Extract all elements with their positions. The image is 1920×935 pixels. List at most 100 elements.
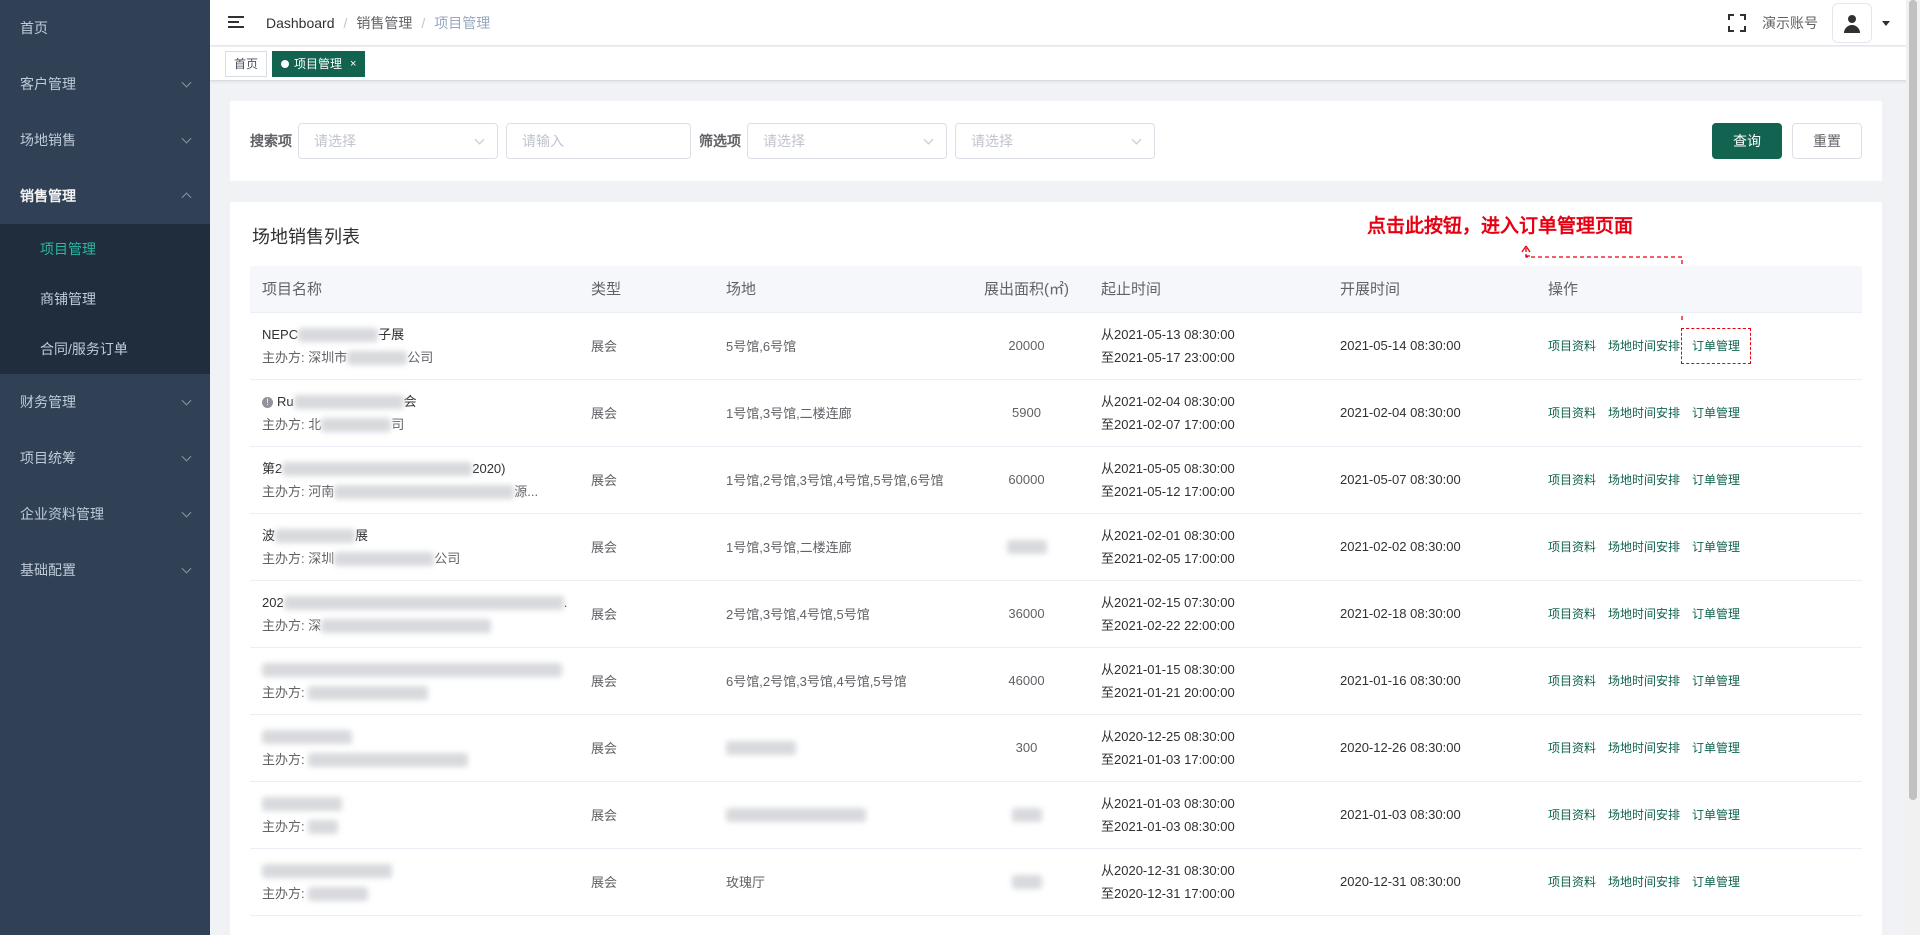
breadcrumb-sales-management[interactable]: 销售管理 (356, 13, 412, 33)
chevron-down-icon (474, 134, 485, 145)
reset-button[interactable]: 重置 (1792, 123, 1862, 159)
order-management-link[interactable]: 订单管理 (1692, 540, 1740, 554)
project-info-link[interactable]: 项目资料 (1548, 406, 1596, 420)
area-value: 5900 (1012, 405, 1041, 420)
venue-schedule-link[interactable]: 场地时间安排 (1608, 540, 1680, 554)
venue-schedule-link[interactable]: 场地时间安排 (1608, 406, 1680, 420)
project-info-link[interactable]: 项目资料 (1548, 339, 1596, 353)
breadcrumb-separator: / (343, 14, 348, 31)
cell-open-time: 2021-02-02 08:30:00 (1328, 513, 1536, 581)
search-input[interactable]: 请输入 (506, 123, 691, 159)
cell-period: 从2021-05-13 08:30:00 至2021-05-17 23:00:00 (1089, 312, 1328, 380)
order-management-link[interactable]: 订单管理 (1692, 473, 1740, 487)
redacted-text (262, 730, 352, 745)
venue-schedule-link[interactable]: 场地时间安排 (1608, 741, 1680, 755)
sidebar-item-finance[interactable]: 财务管理 (0, 374, 210, 430)
project-name-start: 波 (262, 527, 276, 543)
cell-period: 从2021-05-05 08:30:00 至2021-05-12 17:00:00 (1089, 446, 1328, 514)
order-management-link[interactable]: 订单管理 (1692, 875, 1740, 889)
venue-schedule-link[interactable]: 场地时间安排 (1608, 607, 1680, 621)
order-management-link[interactable]: 订单管理 (1692, 674, 1740, 688)
close-icon[interactable]: × (350, 52, 356, 76)
scrollbar-thumb[interactable] (1909, 0, 1917, 800)
sidebar-item-contract-orders[interactable]: 合同/服务订单 (0, 324, 210, 374)
sidebar-item-label: 项目统筹 (20, 450, 76, 466)
sidebar-item-shop-management[interactable]: 商铺管理 (0, 274, 210, 324)
chevron-down-icon (923, 134, 934, 145)
filter-select-1[interactable]: 请选择 (747, 123, 947, 159)
cell-open-time: 2020-12-31 08:30:00 (1328, 848, 1536, 916)
cell-actions: 项目资料 场地时间安排 订单管理 (1536, 848, 1862, 916)
sidebar-item-project-management[interactable]: 项目管理 (0, 224, 210, 274)
order-management-link[interactable]: 订单管理 (1692, 406, 1740, 420)
sidebar-item-project-coordination[interactable]: 项目统筹 (0, 430, 210, 486)
project-info-link[interactable]: 项目资料 (1548, 674, 1596, 688)
sponsor-prefix: 主办方: (262, 416, 309, 432)
cell-project-name: NEPC 子展 主办方: 深圳市 公司 (250, 312, 579, 380)
breadcrumb-current: 项目管理 (434, 14, 491, 31)
start-time: 从2021-02-04 08:30:00 (1101, 393, 1235, 409)
tag-home[interactable]: 首页 (225, 50, 268, 77)
sponsor-start: 河南 (308, 483, 335, 499)
navbar-right: 演示账号 (1728, 0, 1890, 46)
project-info-link[interactable]: 项目资料 (1548, 875, 1596, 889)
menu-toggle-icon[interactable] (228, 15, 244, 30)
venue-schedule-link[interactable]: 场地时间安排 (1608, 808, 1680, 822)
project-info-link[interactable]: 项目资料 (1548, 607, 1596, 621)
order-management-link[interactable]: 订单管理 (1692, 607, 1740, 621)
cell-type: 展会 (579, 379, 714, 447)
project-table: 项目名称 类型 场地 展出面积(㎡) 起止时间 开展时间 操作 NEPC 子展 主办… (250, 266, 1862, 916)
caret-down-icon[interactable] (1882, 20, 1890, 26)
order-management-link[interactable]: 订单管理 (1681, 328, 1752, 364)
breadcrumb-dashboard[interactable]: Dashboard (266, 15, 335, 31)
sponsor-end: 源... (514, 483, 539, 499)
sidebar-item-label: 销售管理 (20, 188, 76, 204)
avatar[interactable] (1832, 3, 1872, 43)
sidebar-item-customers[interactable]: 客户管理 (0, 56, 210, 112)
project-info-link[interactable]: 项目资料 (1548, 540, 1596, 554)
sponsor-start: 深圳市 (308, 349, 348, 365)
cell-project-name: 第2 2020) 主办方: 河南 源... (250, 446, 579, 514)
project-info-link[interactable]: 项目资料 (1548, 741, 1596, 755)
tag-label: 项目管理 (294, 56, 343, 71)
tag-project-management[interactable]: 项目管理 × (272, 50, 366, 77)
redacted-text (726, 741, 796, 756)
cell-area: 46000 (964, 647, 1089, 715)
redacted-text (1011, 808, 1042, 823)
venue-schedule-link[interactable]: 场地时间安排 (1608, 339, 1680, 353)
sidebar-submenu: 项目管理 商铺管理 合同/服务订单 (0, 224, 210, 374)
start-time: 从2020-12-31 08:30:00 (1101, 862, 1235, 878)
venue-schedule-link[interactable]: 场地时间安排 (1608, 473, 1680, 487)
venue-schedule-link[interactable]: 场地时间安排 (1608, 875, 1680, 889)
chevron-up-icon (181, 192, 192, 203)
table-title: 场地销售列表 (252, 227, 360, 247)
col-header-area: 展出面积(㎡) (964, 266, 1089, 313)
sidebar-item-basic-config[interactable]: 基础配置 (0, 542, 210, 598)
filter-select-2[interactable]: 请选择 (955, 123, 1155, 159)
table-row: 主办方: 展会 300 从2020-12-25 08:30:00 至2021-01-0… (250, 714, 1862, 782)
chevron-down-icon (181, 133, 192, 144)
venue-text: 玫瑰厅 (726, 875, 766, 890)
top-navbar: Dashboard / 销售管理 / 项目管理 演示账号 (210, 0, 1920, 46)
sidebar-item-venue-sales[interactable]: 场地销售 (0, 112, 210, 168)
project-info-link[interactable]: 项目资料 (1548, 473, 1596, 487)
cell-area (964, 513, 1089, 581)
chevron-down-icon (181, 451, 192, 462)
page-scrollbar[interactable] (1906, 0, 1920, 935)
sidebar-item-sales-management[interactable]: 销售管理 (0, 168, 210, 224)
fullscreen-icon[interactable] (1728, 14, 1746, 32)
query-button[interactable]: 查询 (1712, 123, 1782, 159)
filter-label: 筛选项 (699, 133, 741, 149)
order-management-link[interactable]: 订单管理 (1692, 741, 1740, 755)
project-info-link[interactable]: 项目资料 (1548, 808, 1596, 822)
sidebar-item-label: 客户管理 (20, 76, 76, 92)
redacted-text (262, 797, 342, 812)
cell-actions: 项目资料 场地时间安排 订单管理 (1536, 312, 1862, 380)
sponsor-end: 公司 (407, 349, 434, 365)
end-time: 至2021-02-22 22:00:00 (1101, 617, 1235, 633)
order-management-link[interactable]: 订单管理 (1692, 808, 1740, 822)
sidebar-item-enterprise-data[interactable]: 企业资料管理 (0, 486, 210, 542)
venue-schedule-link[interactable]: 场地时间安排 (1608, 674, 1680, 688)
search-field-select[interactable]: 请选择 (298, 123, 498, 159)
sidebar-item-home[interactable]: 首页 (0, 0, 210, 56)
